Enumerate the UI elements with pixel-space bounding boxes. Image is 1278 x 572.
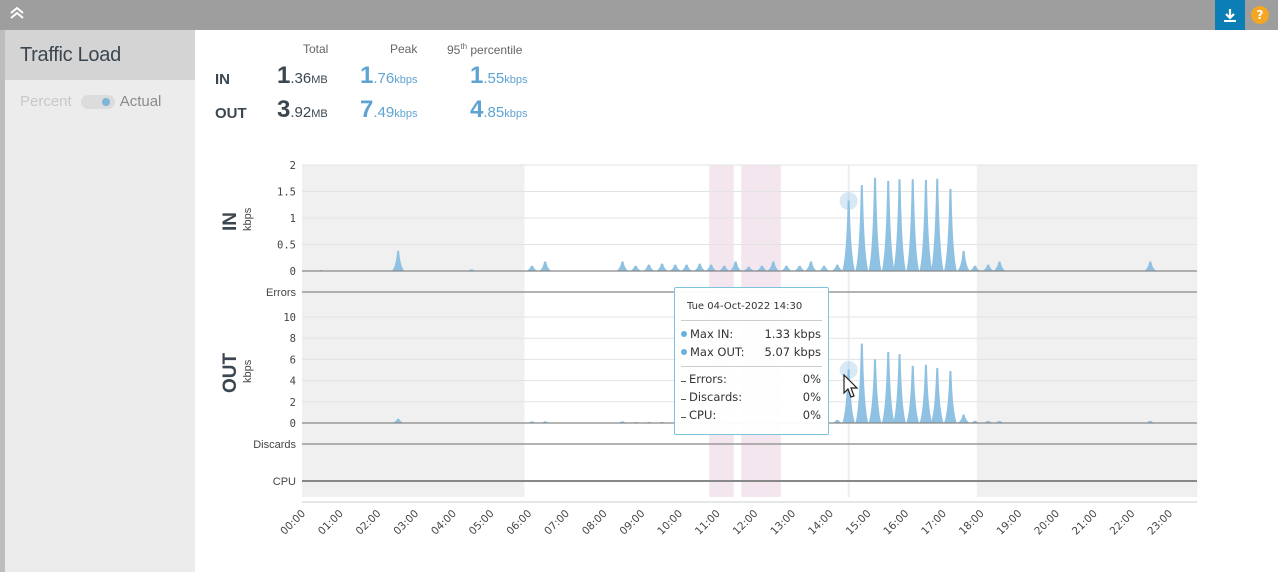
x-tick-label: 22:00 <box>1108 508 1138 538</box>
x-tick-label: 21:00 <box>1070 508 1100 538</box>
y-tick-label: 8 <box>290 333 296 345</box>
out-traffic-spike <box>919 364 933 423</box>
in-panel-title: IN <box>220 212 241 231</box>
traffic-chart[interactable]: 0 0.5 1 1.5 2 0 2 4 6 8 10 Errors Discards CPU 00:00 01… <box>0 0 1278 572</box>
x-tick-label: 11:00 <box>693 508 723 538</box>
y-tick-label: 2 <box>290 397 296 409</box>
in-traffic-spike <box>616 261 629 271</box>
x-tick-label: 09:00 <box>618 508 648 538</box>
in-traffic-spike <box>538 261 552 271</box>
out-traffic-spike <box>930 367 944 423</box>
in-traffic-spike <box>855 185 869 271</box>
in-traffic-spike <box>919 179 933 271</box>
mouse-cursor-icon <box>843 374 859 398</box>
in-traffic-spike <box>842 200 856 271</box>
x-tick-label: 14:00 <box>806 508 836 538</box>
x-tick-label: 07:00 <box>542 508 572 538</box>
in-traffic-spike <box>830 264 844 271</box>
in-traffic-spike <box>804 261 818 271</box>
in-traffic-spike <box>780 265 793 271</box>
y-tick-label: 0 <box>290 418 296 430</box>
tooltip-date: Tue 04-Oct-2022 14:30 <box>687 301 803 312</box>
in-traffic-spike <box>893 179 906 271</box>
x-tick-label: 10:00 <box>655 508 685 538</box>
in-traffic-spike <box>957 250 971 271</box>
in-traffic-spike <box>668 264 682 271</box>
in-traffic-spike <box>642 264 656 271</box>
y-tick-label: 2 <box>290 160 296 172</box>
status-row-label: Errors <box>266 287 296 299</box>
x-tick-label: 18:00 <box>957 508 987 538</box>
x-tick-label: 23:00 <box>1145 508 1175 538</box>
off-hours-shade <box>976 165 1198 497</box>
y-tick-label: 1.5 <box>277 187 296 199</box>
in-traffic-spike <box>655 263 669 271</box>
x-tick-label: 06:00 <box>504 508 534 538</box>
in-traffic-spike <box>817 265 831 271</box>
in-traffic-spike <box>930 178 944 271</box>
tooltip-row-max-out: Max OUT: 5.07 kbps <box>675 343 828 361</box>
x-tick-label: 17:00 <box>919 508 949 538</box>
in-traffic-spike <box>793 265 807 271</box>
dash-icon <box>681 399 686 400</box>
out-traffic-spike <box>893 354 906 423</box>
x-tick-label: 03:00 <box>391 508 421 538</box>
status-row-label: CPU <box>273 476 296 488</box>
y-tick-label: 10 <box>283 312 296 324</box>
y-tick-label: 4 <box>290 376 296 388</box>
x-tick-label: 08:00 <box>580 508 610 538</box>
tooltip-row-cpu: CPU: 0% <box>675 406 828 424</box>
in-traffic-spike <box>680 264 693 271</box>
y-tick-label: 6 <box>290 354 296 366</box>
out-panel-title: OUT <box>220 353 241 394</box>
in-traffic-spike <box>944 188 957 271</box>
x-tick-label: 20:00 <box>1032 508 1062 538</box>
out-traffic-spike <box>957 414 971 423</box>
y-tick-label: 0.5 <box>277 240 296 252</box>
out-traffic-spike <box>881 351 895 423</box>
hover-point-in <box>839 192 858 210</box>
chart-tooltip: Tue 04-Oct-2022 14:30 Max IN: 1.33 kbps M… <box>674 287 829 435</box>
in-traffic-spike <box>693 263 707 271</box>
tooltip-row-errors: Errors: 0% <box>675 370 828 388</box>
status-row-label: Discards <box>253 439 296 451</box>
series-dot-icon <box>681 331 687 337</box>
in-traffic-spike <box>629 265 643 271</box>
in-unit-label: kbps <box>242 207 254 231</box>
off-hours-shade <box>302 165 525 497</box>
in-traffic-spike <box>881 180 895 271</box>
x-tick-label: 13:00 <box>768 508 798 538</box>
x-tick-label: 04:00 <box>429 508 459 538</box>
in-traffic-spike <box>906 179 920 271</box>
tooltip-row-discards: Discards: 0% <box>675 388 828 406</box>
x-tick-label: 02:00 <box>354 508 384 538</box>
series-dot-icon <box>681 349 687 355</box>
x-tick-label: 01:00 <box>316 508 346 538</box>
dash-icon <box>681 417 686 418</box>
y-tick-label: 1 <box>290 213 296 225</box>
tooltip-row-max-in: Max IN: 1.33 kbps <box>675 325 828 343</box>
x-tick-label: 00:00 <box>278 508 308 538</box>
x-tick-label: 05:00 <box>467 508 497 538</box>
out-traffic-spike <box>944 371 957 423</box>
out-unit-label: kbps <box>242 359 254 383</box>
x-tick-label: 15:00 <box>844 508 874 538</box>
x-tick-label: 12:00 <box>731 508 761 538</box>
dash-icon <box>681 381 686 382</box>
out-traffic-spike <box>906 365 920 423</box>
x-tick-label: 16:00 <box>881 508 911 538</box>
out-traffic-spike <box>868 359 882 423</box>
y-tick-label: 0 <box>290 266 296 278</box>
x-tick-label: 19:00 <box>995 508 1025 538</box>
in-traffic-spike <box>525 265 539 271</box>
